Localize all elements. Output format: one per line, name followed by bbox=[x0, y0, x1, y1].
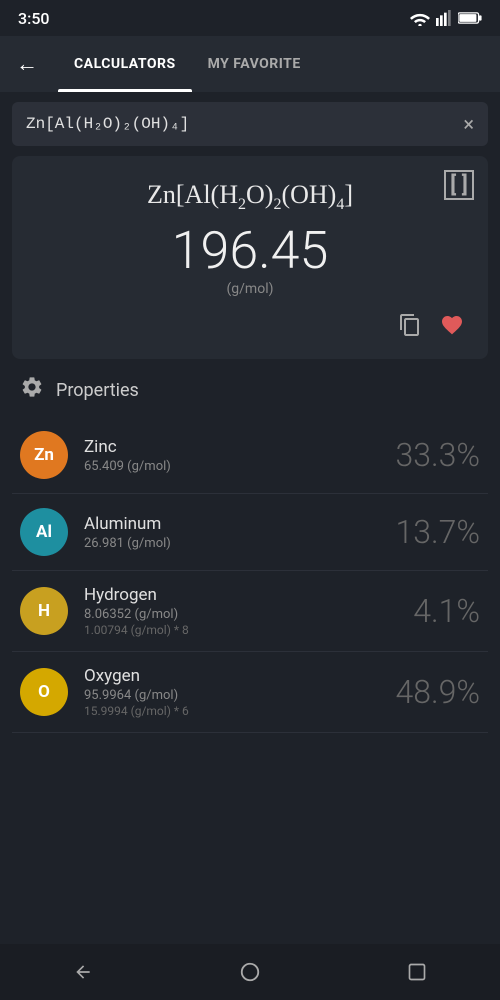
element-circle-zn: Zn bbox=[20, 431, 68, 479]
back-button[interactable]: ← bbox=[16, 51, 38, 77]
element-name-o: Oxygen bbox=[84, 666, 395, 686]
status-time: 3:50 bbox=[18, 9, 50, 28]
signal-icon bbox=[436, 10, 452, 26]
element-name-al: Aluminum bbox=[84, 514, 395, 534]
home-nav-button[interactable] bbox=[225, 947, 275, 997]
status-icons bbox=[410, 10, 482, 26]
gear-icon bbox=[20, 375, 44, 405]
home-nav-icon bbox=[239, 961, 261, 983]
element-name-h: Hydrogen bbox=[84, 585, 413, 605]
element-circle-h: H bbox=[20, 587, 68, 635]
element-info-o: Oxygen 95.9964 (g/mol) 15.9994 (g/mol) *… bbox=[68, 666, 395, 718]
wifi-icon bbox=[410, 10, 430, 26]
battery-icon bbox=[458, 11, 482, 25]
element-percent-h: 4.1% bbox=[413, 592, 480, 630]
element-percent-zn: 33.3% bbox=[395, 436, 480, 474]
element-circle-al: Al bbox=[20, 508, 68, 556]
properties-title: Properties bbox=[56, 380, 139, 401]
back-nav-button[interactable] bbox=[58, 947, 108, 997]
action-row bbox=[32, 313, 468, 343]
element-percent-al: 13.7% bbox=[395, 513, 480, 551]
recents-nav-icon bbox=[407, 962, 427, 982]
tab-calculators[interactable]: CALCULATORS bbox=[58, 36, 192, 92]
element-mass-zn: 65.409 (g/mol) bbox=[84, 459, 395, 474]
element-mass-al: 26.981 (g/mol) bbox=[84, 536, 395, 551]
element-circle-o: O bbox=[20, 668, 68, 716]
status-bar: 3:50 bbox=[0, 0, 500, 36]
copy-icon bbox=[398, 313, 422, 337]
copy-button[interactable] bbox=[398, 313, 422, 343]
element-row: Al Aluminum 26.981 (g/mol) 13.7% bbox=[12, 494, 488, 571]
clear-button[interactable]: × bbox=[463, 112, 474, 136]
bracket-button[interactable]: [ ] bbox=[444, 170, 474, 200]
back-nav-icon bbox=[73, 962, 93, 982]
favorite-button[interactable] bbox=[440, 313, 464, 343]
recents-nav-button[interactable] bbox=[392, 947, 442, 997]
nav-tabs: CALCULATORS MY FAVORITE bbox=[58, 36, 484, 92]
search-formula: Zn[Al(H₂O)₂(OH)₄] bbox=[26, 115, 189, 133]
element-mass-h: 8.06352 (g/mol) bbox=[84, 607, 413, 622]
heart-icon bbox=[440, 313, 464, 337]
element-info-zn: Zinc 65.409 (g/mol) bbox=[68, 437, 395, 474]
element-info-h: Hydrogen 8.06352 (g/mol) 1.00794 (g/mol)… bbox=[68, 585, 413, 637]
properties-header: Properties bbox=[0, 359, 500, 417]
element-list: Zn Zinc 65.409 (g/mol) 33.3% Al Aluminum… bbox=[0, 417, 500, 733]
search-bar: Zn[Al(H₂O)₂(OH)₄] × bbox=[12, 102, 488, 146]
element-row: O Oxygen 95.9964 (g/mol) 15.9994 (g/mol)… bbox=[12, 652, 488, 733]
molar-mass: 196.45 bbox=[32, 222, 468, 279]
element-row: Zn Zinc 65.409 (g/mol) 33.3% bbox=[12, 417, 488, 494]
result-area: [ ] Zn[Al(H2O)2(OH)4] 196.45 (g/mol) bbox=[12, 156, 488, 359]
element-detail-o: 15.9994 (g/mol) * 6 bbox=[84, 704, 395, 718]
tab-my-favorite[interactable]: MY FAVORITE bbox=[192, 36, 317, 92]
top-nav: ← CALCULATORS MY FAVORITE bbox=[0, 36, 500, 92]
unit-label: (g/mol) bbox=[32, 281, 468, 297]
element-detail-h: 1.00794 (g/mol) * 8 bbox=[84, 623, 413, 637]
element-name-zn: Zinc bbox=[84, 437, 395, 457]
element-percent-o: 48.9% bbox=[395, 673, 480, 711]
element-mass-o: 95.9964 (g/mol) bbox=[84, 688, 395, 703]
element-row: H Hydrogen 8.06352 (g/mol) 1.00794 (g/mo… bbox=[12, 571, 488, 652]
bottom-nav bbox=[0, 944, 500, 1000]
element-info-al: Aluminum 26.981 (g/mol) bbox=[68, 514, 395, 551]
formula-display: Zn[Al(H2O)2(OH)4] bbox=[32, 180, 468, 214]
